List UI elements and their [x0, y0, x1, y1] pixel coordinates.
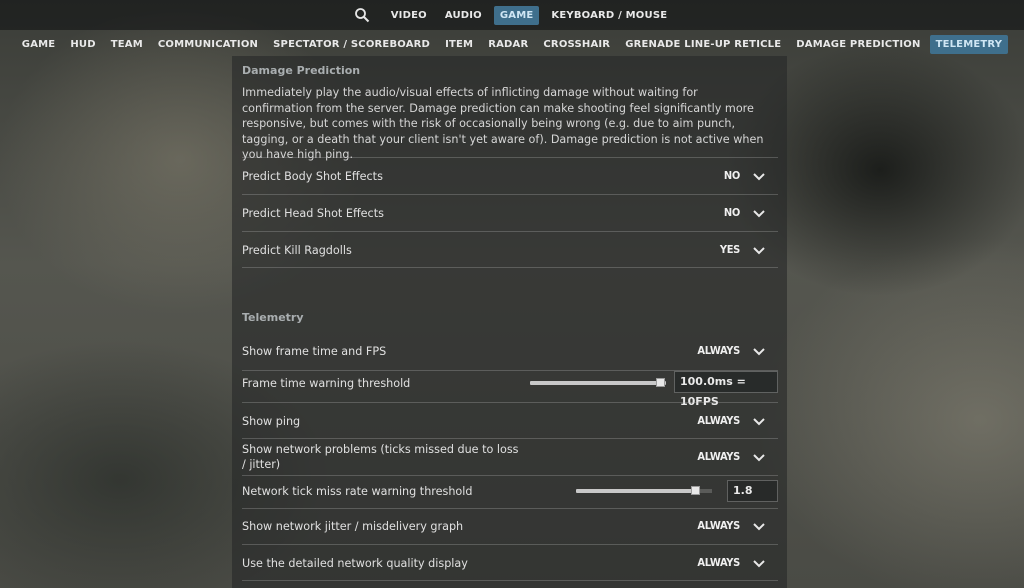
subtab-team[interactable]: TEAM [105, 35, 149, 54]
setting-label: Show network jitter / misdelivery graph [242, 520, 464, 533]
chevron-down-icon[interactable] [752, 209, 766, 219]
subtab-telemetry[interactable]: TELEMETRY [929, 34, 1009, 54]
setting-row-network-quality[interactable]: Use the detailed network quality display… [242, 544, 778, 581]
dropdown-value[interactable]: ALWAYS [697, 414, 740, 427]
chevron-down-icon[interactable] [752, 453, 766, 463]
setting-row-predict-body[interactable]: Predict Body Shot Effects NO [242, 157, 778, 194]
damage-prediction-title: Damage Prediction [242, 64, 361, 77]
dropdown-value[interactable]: NO [724, 206, 740, 219]
subtab-hud[interactable]: HUD [64, 35, 101, 54]
dropdown-value[interactable]: NO [724, 169, 740, 182]
setting-row-network-problems[interactable]: Show network problems (ticks missed due … [242, 438, 778, 475]
tick-threshold-value-field[interactable]: 1.8 [727, 480, 778, 502]
setting-label: Predict Head Shot Effects [242, 207, 384, 220]
setting-row-show-ping[interactable]: Show ping ALWAYS [242, 402, 778, 438]
slider-handle[interactable] [691, 486, 700, 495]
setting-label: Show frame time and FPS [242, 345, 387, 358]
subtab-radar[interactable]: RADAR [482, 35, 534, 54]
setting-label: Show network problems (ticks missed due … [242, 443, 519, 471]
chevron-down-icon[interactable] [752, 522, 766, 532]
setting-label: Network tick miss rate warning threshold [242, 485, 473, 498]
dropdown-value[interactable]: ALWAYS [697, 519, 740, 532]
subtab-grenade-lineup-reticle[interactable]: GRENADE LINE-UP RETICLE [619, 35, 787, 54]
tab-video[interactable]: VIDEO [385, 6, 433, 25]
sub-nav: GAME HUD TEAM COMMUNICATION SPECTATOR / … [0, 33, 1024, 55]
tick-threshold-slider[interactable] [576, 489, 696, 493]
frame-threshold-value-field[interactable]: 100.0ms = 10FPS [674, 371, 778, 408]
subtab-communication[interactable]: COMMUNICATION [152, 35, 264, 54]
dropdown-value[interactable]: ALWAYS [697, 344, 740, 357]
subtab-damage-prediction[interactable]: DAMAGE PREDICTION [790, 35, 926, 54]
subtab-game[interactable]: GAME [16, 35, 62, 54]
search-icon[interactable] [351, 4, 373, 26]
setting-row-predict-head[interactable]: Predict Head Shot Effects NO [242, 194, 778, 231]
subtab-spectator-scoreboard[interactable]: SPECTATOR / SCOREBOARD [267, 35, 436, 54]
chevron-down-icon[interactable] [752, 172, 766, 182]
setting-label: Use the detailed network quality display [242, 557, 468, 570]
setting-label: Predict Kill Ragdolls [242, 244, 352, 257]
setting-label: Show ping [242, 415, 301, 428]
tab-audio[interactable]: AUDIO [439, 6, 488, 25]
telemetry-title: Telemetry [242, 311, 304, 324]
setting-row-jitter-graph[interactable]: Show network jitter / misdelivery graph … [242, 508, 778, 544]
setting-row-frame-time[interactable]: Show frame time and FPS ALWAYS [242, 334, 778, 370]
setting-label: Predict Body Shot Effects [242, 170, 383, 183]
setting-row-frame-threshold: Frame time warning threshold 100.0ms = 1… [242, 370, 778, 408]
dropdown-value[interactable]: ALWAYS [697, 556, 740, 569]
subtab-crosshair[interactable]: CROSSHAIR [537, 35, 616, 54]
chevron-down-icon[interactable] [752, 559, 766, 569]
tab-game[interactable]: GAME [493, 5, 540, 25]
frame-threshold-slider[interactable] [530, 381, 666, 385]
setting-row-tick-threshold: Network tick miss rate warning threshold… [242, 475, 778, 508]
tab-keyboard-mouse[interactable]: KEYBOARD / MOUSE [545, 6, 673, 25]
subtab-item[interactable]: ITEM [439, 35, 479, 54]
setting-label: Frame time warning threshold [242, 377, 411, 390]
setting-row-predict-ragdolls[interactable]: Predict Kill Ragdolls YES [242, 231, 778, 268]
dropdown-value[interactable]: ALWAYS [697, 450, 740, 463]
dropdown-value[interactable]: YES [720, 243, 740, 256]
slider-handle[interactable] [656, 378, 665, 387]
top-nav: VIDEO AUDIO GAME KEYBOARD / MOUSE [0, 0, 1024, 30]
chevron-down-icon[interactable] [752, 347, 766, 357]
chevron-down-icon[interactable] [752, 417, 766, 427]
chevron-down-icon[interactable] [752, 246, 766, 256]
damage-prediction-description: Immediately play the audio/visual effect… [242, 86, 764, 161]
